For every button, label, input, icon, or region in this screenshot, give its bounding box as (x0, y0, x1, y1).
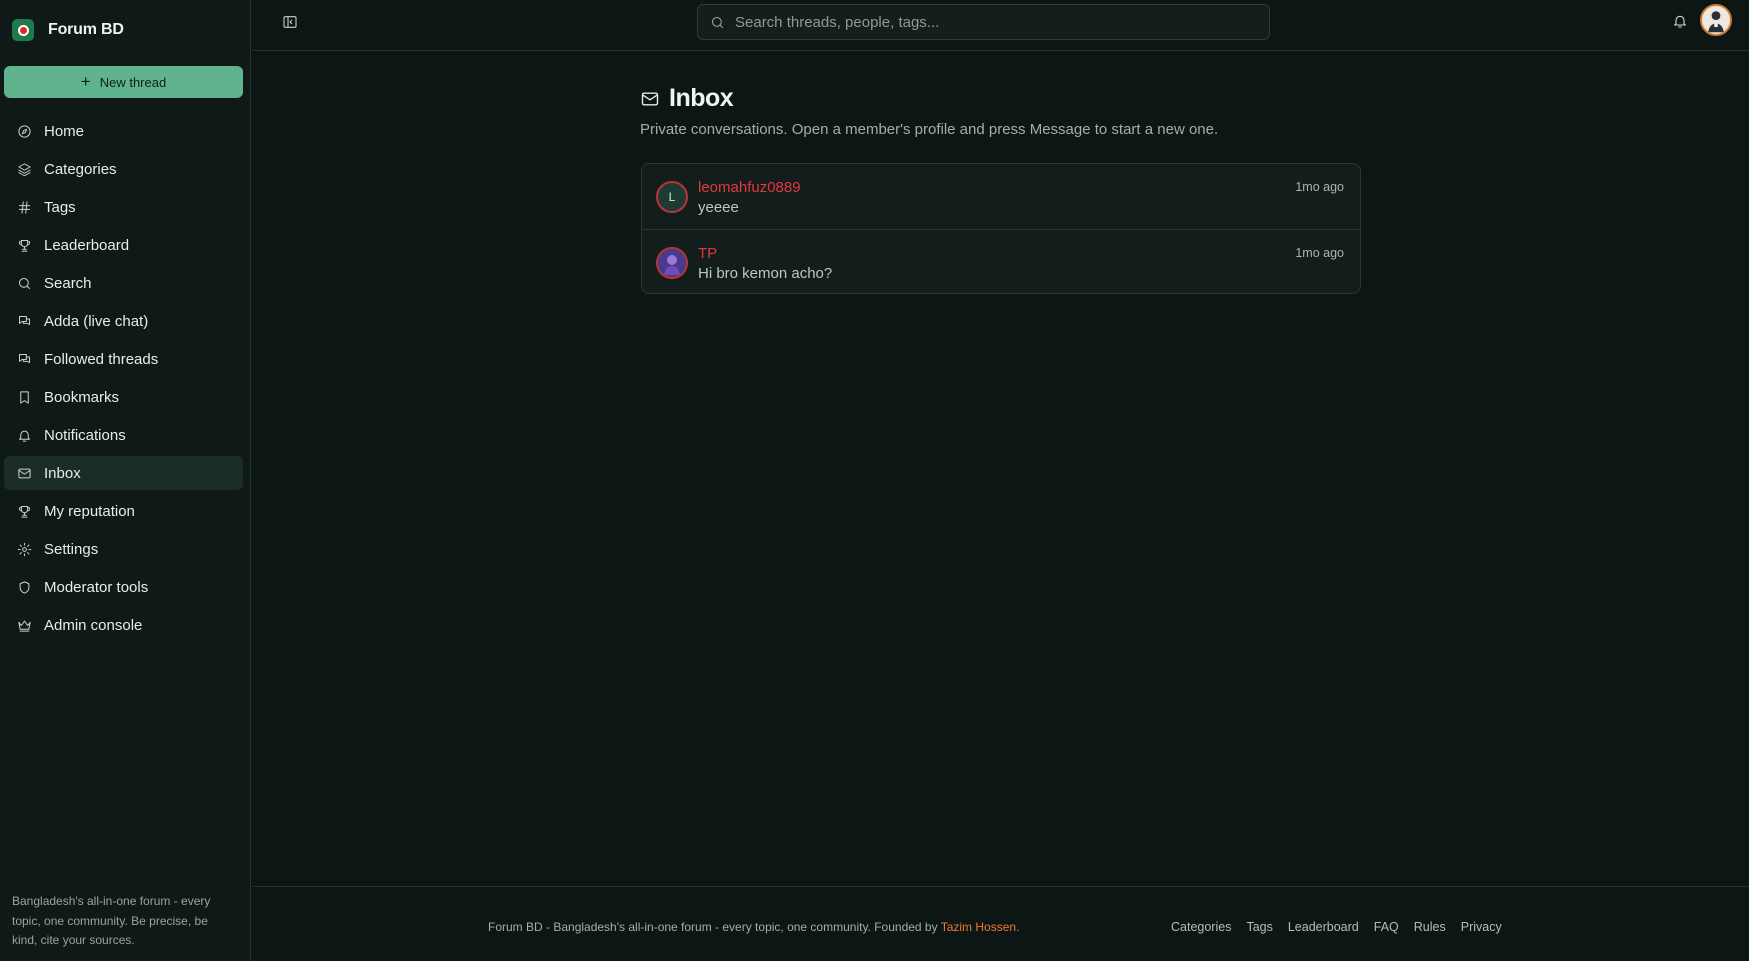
sidebar-item-label: Followed threads (44, 350, 159, 368)
plus-icon: + (80, 71, 91, 91)
footer-link-rules[interactable]: Rules (1414, 920, 1446, 934)
sidebar-item-label: Search (44, 274, 92, 292)
sidebar-item-label: Bookmarks (44, 388, 120, 406)
collapse-sidebar-icon[interactable] (282, 14, 298, 30)
sidebar-item-label: Adda (live chat) (44, 312, 149, 330)
footer-link-categories[interactable]: Categories (1171, 920, 1231, 934)
gear-icon (16, 541, 32, 557)
sidebar-item-my-reputation[interactable]: My reputation (4, 494, 243, 528)
search-icon (16, 275, 32, 291)
page-header: Inbox Private conversations. Open a memb… (640, 84, 1218, 138)
conversation-username[interactable]: leomahfuz0889 (698, 179, 801, 196)
sidebar-item-search[interactable]: Search (4, 266, 243, 300)
page-subtitle: Private conversations. Open a member's p… (640, 121, 1219, 138)
sidebar-item-adda[interactable]: Adda (live chat) (4, 304, 243, 338)
trophy-icon (16, 237, 32, 253)
sidebar-item-label: My reputation (44, 502, 135, 520)
sidebar-tagline: Bangladesh's all-in-one forum - every to… (12, 894, 211, 947)
footer-link-privacy[interactable]: Privacy (1461, 920, 1502, 934)
avatar-image (658, 249, 686, 277)
avatar (656, 247, 688, 279)
page-title: Inbox (669, 84, 734, 112)
footer-link-tags[interactable]: Tags (1246, 920, 1272, 934)
layers-icon (16, 161, 32, 177)
sidebar: Forum BD + New thread Home Categories Ta… (0, 0, 251, 961)
sidebar-item-label: Tags (44, 198, 76, 216)
topbar (252, 0, 1749, 51)
new-thread-button[interactable]: + New thread (4, 66, 243, 98)
sidebar-item-label: Inbox (44, 464, 81, 482)
bookmark-icon (16, 389, 32, 405)
avatar-letter: L (668, 190, 676, 204)
search-bar (697, 4, 1270, 40)
footer-text: Forum BD - Bangladesh's all-in-one forum… (488, 920, 1019, 934)
conversation-list: L leomahfuz0889 yeeee 1mo ago TP Hi bro … (641, 163, 1361, 294)
conversation-preview: Hi bro kemon acho? (698, 265, 833, 282)
compass-icon (16, 123, 32, 139)
conversation-item[interactable]: TP Hi bro kemon acho? 1mo ago (642, 229, 1360, 293)
brand-name: Forum BD (48, 21, 124, 38)
sidebar-item-leaderboard[interactable]: Leaderboard (4, 228, 243, 262)
search-input[interactable] (735, 13, 1255, 31)
mail-icon (640, 89, 660, 109)
founder-suffix: . (1016, 920, 1020, 934)
brand[interactable]: Forum BD (12, 19, 124, 41)
footer-description: Forum BD - Bangladesh's all-in-one forum… (488, 920, 941, 934)
conversation-item[interactable]: L leomahfuz0889 yeeee 1mo ago (642, 164, 1360, 229)
sidebar-item-label: Settings (44, 540, 99, 558)
footer-link-faq[interactable]: FAQ (1374, 920, 1399, 934)
sidebar-nav: Home Categories Tags Leaderboard Search … (4, 114, 243, 646)
conversation-time: 1mo ago (1295, 246, 1344, 260)
sidebar-item-tags[interactable]: Tags (4, 190, 243, 224)
sidebar-item-settings[interactable]: Settings (4, 532, 243, 566)
avatar: L (656, 181, 688, 213)
sidebar-item-label: Moderator tools (44, 578, 149, 596)
chat-icon (16, 351, 32, 367)
conversation-username[interactable]: TP (698, 245, 717, 262)
sidebar-item-label: Notifications (44, 426, 126, 444)
hash-icon (16, 199, 32, 215)
sidebar-item-bookmarks[interactable]: Bookmarks (4, 380, 243, 414)
search-icon (710, 15, 725, 30)
founder-link[interactable]: Tazim Hossen (941, 920, 1016, 934)
sidebar-item-home[interactable]: Home (4, 114, 243, 148)
trophy-icon (16, 503, 32, 519)
sidebar-item-notifications[interactable]: Notifications (4, 418, 243, 452)
chat-icon (16, 313, 32, 329)
sidebar-item-label: Home (44, 122, 85, 140)
user-avatar[interactable] (1700, 4, 1732, 36)
sidebar-item-moderator-tools[interactable]: Moderator tools (4, 570, 243, 604)
sidebar-item-inbox[interactable]: Inbox (4, 456, 243, 490)
conversation-preview: yeeee (698, 199, 739, 216)
footer-link-leaderboard[interactable]: Leaderboard (1288, 920, 1359, 934)
sidebar-item-followed-threads[interactable]: Followed threads (4, 342, 243, 376)
crown-icon (16, 617, 32, 633)
notifications-bell-icon[interactable] (1672, 13, 1688, 29)
sidebar-item-label: Leaderboard (44, 236, 130, 254)
new-thread-label: New thread (99, 74, 167, 90)
mail-icon (16, 465, 32, 481)
sidebar-item-label: Admin console (44, 616, 143, 634)
shield-icon (16, 579, 32, 595)
sidebar-item-categories[interactable]: Categories (4, 152, 243, 186)
forum-logo-icon (12, 19, 34, 41)
footer: Forum BD - Bangladesh's all-in-one forum… (252, 886, 1749, 961)
sidebar-item-admin-console[interactable]: Admin console (4, 608, 243, 642)
conversation-time: 1mo ago (1295, 180, 1344, 194)
footer-links: Categories Tags Leaderboard FAQ Rules Pr… (1171, 920, 1502, 934)
sidebar-item-label: Categories (44, 160, 117, 178)
bell-icon (16, 427, 32, 443)
avatar-image (1702, 6, 1730, 34)
